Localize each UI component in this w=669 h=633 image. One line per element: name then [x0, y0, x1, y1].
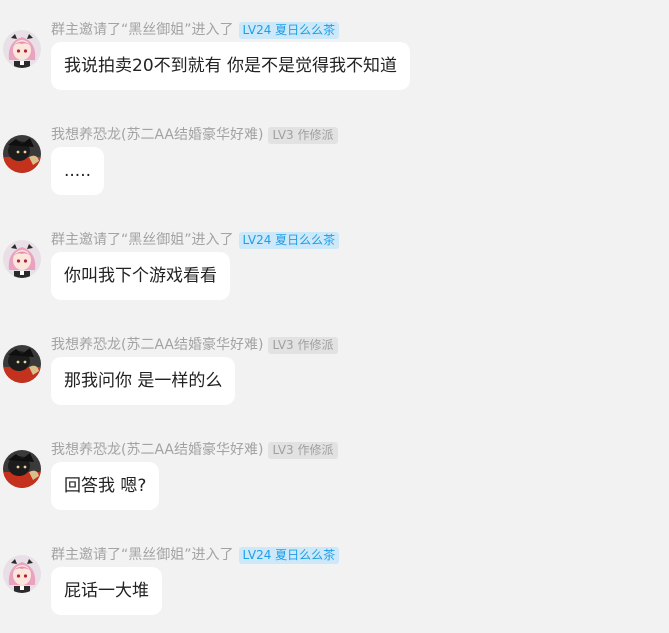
sender-name[interactable]: 我想养恐龙(苏二AA结婚豪华好难) [51, 125, 263, 145]
message-header: 群主邀请了“黑丝御姐”进入了 LV24 夏日么么茶 [51, 230, 340, 250]
sender-name[interactable]: 群主邀请了“黑丝御姐”进入了 [51, 230, 234, 250]
dark-character-avatar-icon [3, 135, 41, 173]
avatar[interactable] [3, 30, 41, 68]
message-bubble[interactable]: 屁话一大堆 [51, 567, 162, 615]
level-badge[interactable]: LV3 作修派 [268, 336, 338, 354]
anime-girl-avatar-icon [3, 30, 41, 68]
level-badge[interactable]: LV24 夏日么么茶 [238, 546, 340, 564]
avatar[interactable] [3, 240, 41, 278]
dark-character-avatar-icon [3, 345, 41, 383]
avatar[interactable] [3, 450, 41, 488]
anime-girl-avatar-icon [3, 240, 41, 278]
level-badge[interactable]: LV24 夏日么么茶 [238, 231, 340, 249]
sender-name[interactable]: 我想养恐龙(苏二AA结婚豪华好难) [51, 335, 263, 355]
avatar[interactable] [3, 345, 41, 383]
message-bubble[interactable]: 那我问你 是一样的么 [51, 357, 236, 405]
message-header: 我想养恐龙(苏二AA结婚豪华好难) LV3 作修派 [51, 335, 338, 355]
level-badge[interactable]: LV24 夏日么么茶 [238, 21, 340, 39]
sender-name[interactable]: 群主邀请了“黑丝御姐”进入了 [51, 545, 234, 565]
level-badge[interactable]: LV3 作修派 [268, 441, 338, 459]
avatar[interactable] [3, 135, 41, 173]
level-badge[interactable]: LV3 作修派 [268, 126, 338, 144]
sender-name[interactable]: 群主邀请了“黑丝御姐”进入了 [51, 20, 234, 40]
message-header: 群主邀请了“黑丝御姐”进入了 LV24 夏日么么茶 [51, 545, 340, 565]
dark-character-avatar-icon [3, 450, 41, 488]
message-header: 群主邀请了“黑丝御姐”进入了 LV24 夏日么么茶 [51, 20, 340, 40]
anime-girl-avatar-icon [3, 555, 41, 593]
message-bubble[interactable]: 你叫我下个游戏看看 [51, 252, 230, 300]
message-bubble[interactable]: 我说拍卖20不到就有 你是不是觉得我不知道 [51, 42, 411, 90]
message-bubble[interactable]: ..... [51, 147, 105, 195]
sender-name[interactable]: 我想养恐龙(苏二AA结婚豪华好难) [51, 440, 263, 460]
avatar[interactable] [3, 555, 41, 593]
message-header: 我想养恐龙(苏二AA结婚豪华好难) LV3 作修派 [51, 440, 338, 460]
message-header: 我想养恐龙(苏二AA结婚豪华好难) LV3 作修派 [51, 125, 338, 145]
message-bubble[interactable]: 回答我 嗯? [51, 462, 160, 510]
